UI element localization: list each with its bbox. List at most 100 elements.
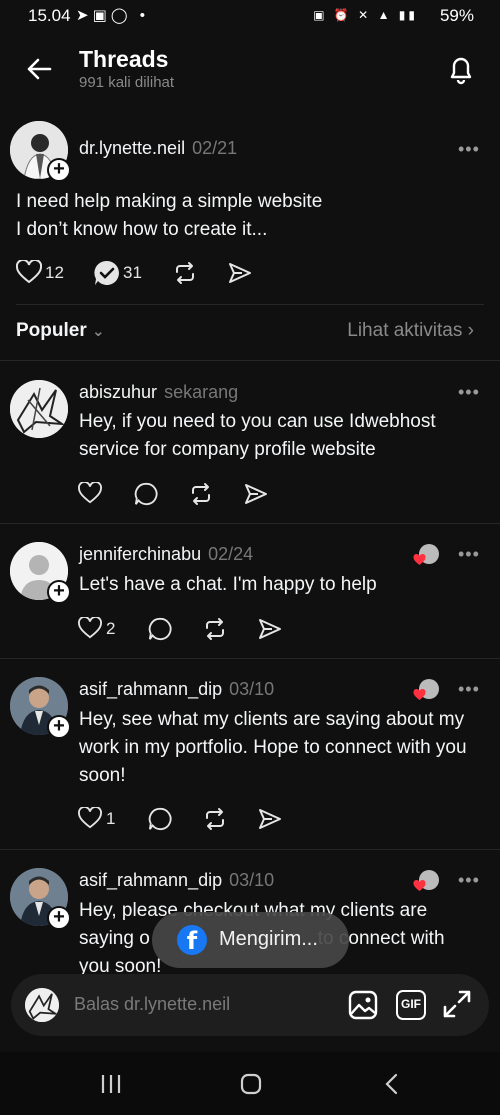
back-arrow-icon[interactable] <box>24 54 54 84</box>
username[interactable]: asif_rahmann_dip <box>79 679 222 699</box>
username[interactable]: asif_rahmann_dip <box>79 870 222 890</box>
more-options-icon[interactable]: ••• <box>458 870 480 891</box>
timestamp: 03/10 <box>229 679 275 699</box>
reply-author[interactable]: abiszuhur sekarang <box>79 382 238 403</box>
system-icons: ▣ ⏰ ✕ ▲ ▮▮ <box>313 8 418 22</box>
sketch-avatar-image <box>25 988 59 1022</box>
reply-author[interactable]: jenniferchinabu 02/24 <box>79 544 253 565</box>
username[interactable]: dr.lynette.neil <box>79 138 185 158</box>
more-options-icon[interactable]: ••• <box>458 679 480 700</box>
reply-text-line: work in my portfolio. Hope to connect wi… <box>79 737 467 758</box>
timestamp: 02/21 <box>192 138 238 158</box>
reply-text-fragment: saying o <box>79 928 150 949</box>
red-heart-icon <box>413 554 426 565</box>
reply-author[interactable]: asif_rahmann_dip 03/10 <box>79 679 274 700</box>
sketch-avatar-image <box>10 380 68 438</box>
repost-icon[interactable] <box>203 617 227 641</box>
image-icon[interactable] <box>348 990 378 1020</box>
repost-icon[interactable] <box>203 807 227 831</box>
heart-icon[interactable] <box>78 807 102 829</box>
repost-icon[interactable] <box>173 261 197 285</box>
reply-author[interactable]: asif_rahmann_dip 03/10 <box>79 870 274 891</box>
reply-text-line: Hey, see what my clients are saying abou… <box>79 709 465 730</box>
chevron-right-icon: › <box>467 320 474 341</box>
reply-text: Hey, if you need to you can use Idwebhos… <box>79 408 436 464</box>
view-count: 991 kali dilihat <box>79 74 175 91</box>
like-count: 1 <box>106 809 116 828</box>
follow-plus-button[interactable]: + <box>47 158 71 182</box>
divider <box>0 360 500 361</box>
post-text-line: I need help making a simple website <box>16 191 323 212</box>
reply-text-line: Hey, if you need to you can use Idwebhos… <box>79 411 436 432</box>
reply-item: + asif_rahmann_dip 03/10 ••• Hey, see wh… <box>0 659 500 849</box>
timestamp: 02/24 <box>208 544 254 564</box>
follow-plus-button[interactable]: + <box>47 906 71 930</box>
repost-icon[interactable] <box>189 482 213 506</box>
facebook-icon: f <box>177 925 207 955</box>
liked-by-author-badge <box>413 870 441 894</box>
avatar[interactable] <box>10 380 68 438</box>
heart-icon[interactable] <box>16 260 42 284</box>
username[interactable]: abiszuhur <box>79 382 157 402</box>
activity-label[interactable]: Lihat aktivitas <box>347 320 462 341</box>
more-options-icon[interactable]: ••• <box>458 382 480 403</box>
more-options-icon[interactable]: ••• <box>458 139 480 160</box>
comment-icon[interactable] <box>148 617 172 641</box>
status-bar: 15.04 ➤▣◯ • ▣ ⏰ ✕ ▲ ▮▮ 59% <box>0 0 500 34</box>
username[interactable]: jenniferchinabu <box>79 544 201 564</box>
chevron-down-icon: ⌄ <box>92 323 105 340</box>
like-count: 12 <box>45 263 64 282</box>
like-count: 2 <box>106 619 116 638</box>
recent-apps-icon[interactable] <box>100 1074 122 1094</box>
reply-composer[interactable]: Balas dr.lynette.neil GIF <box>11 974 489 1036</box>
home-icon[interactable] <box>240 1073 262 1095</box>
page-title: Threads <box>79 46 169 72</box>
thread-header: Threads 991 kali dilihat <box>0 40 500 110</box>
view-activity-link[interactable]: Lihat aktivitas › <box>347 320 474 342</box>
timestamp: sekarang <box>164 382 239 402</box>
system-navigation-bar <box>0 1052 500 1115</box>
sort-dropdown[interactable]: Populer ⌄ <box>16 320 105 342</box>
battery-level: 59% <box>439 6 474 25</box>
heart-icon[interactable] <box>78 482 102 504</box>
system-back-icon[interactable] <box>383 1073 399 1095</box>
reply-item: abiszuhur sekarang ••• Hey, if you need … <box>0 362 500 522</box>
reply-input[interactable]: Balas dr.lynette.neil <box>74 994 230 1015</box>
reply-text-line: Let's have a chat. I'm happy to help <box>79 574 377 595</box>
heart-icon[interactable] <box>78 617 102 639</box>
comment-icon[interactable] <box>148 807 172 831</box>
timestamp: 03/10 <box>229 870 275 890</box>
reply-count: 31 <box>123 263 142 282</box>
gif-icon[interactable]: GIF <box>396 990 426 1020</box>
bell-icon[interactable] <box>446 52 476 86</box>
share-icon[interactable] <box>258 618 282 640</box>
notification-icons: ➤▣◯ • <box>76 7 149 24</box>
liked-by-author-badge <box>413 679 441 703</box>
red-heart-icon <box>413 689 426 700</box>
original-post: + dr.lynette.neil 02/21 ••• I need help … <box>0 115 500 305</box>
sort-label[interactable]: Populer <box>16 320 87 341</box>
post-text-line: I don’t know how to create it... <box>16 219 268 240</box>
post-author[interactable]: dr.lynette.neil 02/21 <box>79 138 237 159</box>
follow-plus-button[interactable]: + <box>47 580 71 604</box>
liked-by-author-badge <box>413 544 441 568</box>
reply-text: Hey, see what my clients are saying abou… <box>79 706 467 790</box>
share-icon[interactable] <box>244 483 268 505</box>
red-heart-icon <box>413 880 426 891</box>
replied-comment-icon[interactable] <box>94 260 120 286</box>
divider <box>16 304 484 305</box>
my-avatar <box>25 988 59 1022</box>
reply-text-line: soon! <box>79 765 126 786</box>
reply-item: + jenniferchinabu 02/24 ••• Let's have a… <box>0 524 500 658</box>
share-icon[interactable] <box>258 808 282 830</box>
expand-icon[interactable] <box>442 989 472 1019</box>
share-icon[interactable] <box>228 262 252 284</box>
reply-text: Let's have a chat. I'm happy to help <box>79 571 377 599</box>
more-options-icon[interactable]: ••• <box>458 544 480 565</box>
toast-text: Mengirim... <box>219 928 318 950</box>
reply-text-line: service for company profile website <box>79 439 376 460</box>
post-text: I need help making a simple website I do… <box>16 188 322 244</box>
status-time: 15.04 <box>28 6 71 25</box>
comment-icon[interactable] <box>134 482 158 506</box>
follow-plus-button[interactable]: + <box>47 715 71 739</box>
